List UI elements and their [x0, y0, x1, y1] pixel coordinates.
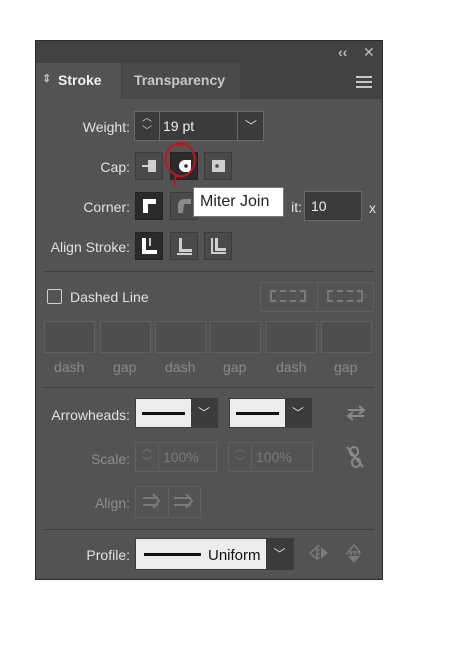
limit-suffix: x	[369, 200, 376, 216]
weight-value[interactable]: 19 pt	[163, 118, 194, 134]
profile-label: Profile:	[86, 547, 130, 563]
end-scale-field[interactable]: ︿ ﹀ 100%	[228, 442, 313, 472]
gap-field-3[interactable]	[321, 321, 372, 353]
panel-tabs: ⇕ Stroke Transparency	[36, 63, 382, 99]
dash-alignment-group	[260, 282, 374, 312]
collapse-icon[interactable]: ‹‹	[338, 44, 347, 60]
gap-caption-1: gap	[113, 359, 137, 375]
start-scale-field[interactable]: ︿ ﹀ 100%	[135, 442, 217, 472]
dash-field-3[interactable]	[266, 321, 317, 353]
start-arrowhead-dropdown[interactable]: ﹀	[135, 398, 218, 428]
gap-caption-3: gap	[334, 359, 358, 375]
swap-arrows-icon[interactable]	[346, 403, 366, 423]
align-outside-button[interactable]	[204, 232, 232, 260]
stepper-icon[interactable]: ︿ ﹀	[136, 443, 159, 471]
flip-along-icon[interactable]	[308, 543, 330, 563]
dash-caption-2: dash	[165, 359, 196, 375]
dashed-line-checkbox[interactable]	[47, 289, 62, 304]
separator	[44, 529, 374, 530]
dash-caption-3: dash	[276, 359, 307, 375]
weight-label: Weight:	[82, 119, 130, 135]
separator	[44, 387, 374, 388]
align-stroke-label: Align Stroke:	[50, 239, 130, 255]
scale-label: Scale:	[91, 451, 130, 467]
preserve-dash-button[interactable]	[261, 283, 318, 311]
chevron-down-icon[interactable]: ﹀	[191, 399, 217, 427]
start-scale-value[interactable]: 100%	[163, 449, 199, 465]
cap-label: Cap:	[100, 159, 130, 175]
arrowheads-label: Arrowheads:	[51, 407, 130, 423]
tab-stroke[interactable]: ⇕ Stroke	[36, 63, 121, 99]
miter-limit-value[interactable]: 10	[311, 198, 327, 214]
place-arrow-tip-button[interactable]	[169, 487, 200, 517]
separator	[44, 271, 374, 272]
dash-field-1[interactable]	[44, 321, 95, 353]
weight-stepper[interactable]: ︿ ﹀	[135, 112, 160, 140]
dash-field-2[interactable]	[155, 321, 206, 353]
flip-across-icon[interactable]	[344, 543, 364, 565]
profile-dropdown[interactable]: Uniform ﹀	[135, 538, 294, 570]
projecting-cap-button[interactable]	[204, 152, 232, 180]
gap-field-1[interactable]	[100, 321, 151, 353]
tab-arrows-icon: ⇕	[42, 73, 52, 85]
dashed-line-label: Dashed Line	[70, 289, 149, 305]
tab-transparency-label: Transparency	[134, 72, 226, 88]
panel-titlebar: ‹‹ ✕	[36, 41, 382, 63]
chevron-down-icon[interactable]: ﹀	[237, 112, 264, 140]
tooltip-text: Miter Join	[200, 193, 270, 210]
close-icon[interactable]: ✕	[363, 44, 375, 60]
annotation-circle	[164, 142, 196, 187]
align-label: Align:	[94, 495, 130, 511]
align-dash-button[interactable]	[318, 283, 373, 311]
stroke-panel: ‹‹ ✕ ⇕ Stroke Transparency Weight: ︿ ﹀ 19…	[35, 40, 383, 580]
extend-arrow-tip-button[interactable]	[136, 487, 169, 517]
tab-stroke-label: Stroke	[58, 72, 102, 88]
end-scale-value[interactable]: 100%	[256, 449, 292, 465]
end-arrowhead-dropdown[interactable]: ﹀	[229, 398, 312, 428]
corner-label: Corner:	[83, 199, 130, 215]
menu-icon[interactable]	[356, 75, 372, 89]
tooltip: Miter Join	[193, 187, 284, 217]
align-center-button[interactable]	[135, 232, 163, 260]
tab-transparency[interactable]: Transparency	[122, 63, 240, 99]
weight-field[interactable]: ︿ ﹀ 19 pt ﹀	[134, 111, 264, 141]
miter-limit-field[interactable]: 10	[304, 191, 362, 221]
limit-label: it:	[291, 199, 302, 215]
chevron-down-icon[interactable]: ﹀	[266, 539, 293, 569]
arrow-align-group	[135, 486, 201, 518]
gap-field-2[interactable]	[210, 321, 261, 353]
butt-cap-button[interactable]	[135, 152, 163, 180]
stepper-icon[interactable]: ︿ ﹀	[229, 443, 252, 471]
dash-caption-1: dash	[54, 359, 85, 375]
profile-value: Uniform	[208, 547, 261, 564]
align-inside-button[interactable]	[170, 232, 198, 260]
chevron-down-icon[interactable]: ﹀	[285, 399, 311, 427]
link-icon[interactable]	[345, 445, 365, 469]
miter-join-button[interactable]	[135, 192, 163, 220]
gap-caption-2: gap	[223, 359, 247, 375]
